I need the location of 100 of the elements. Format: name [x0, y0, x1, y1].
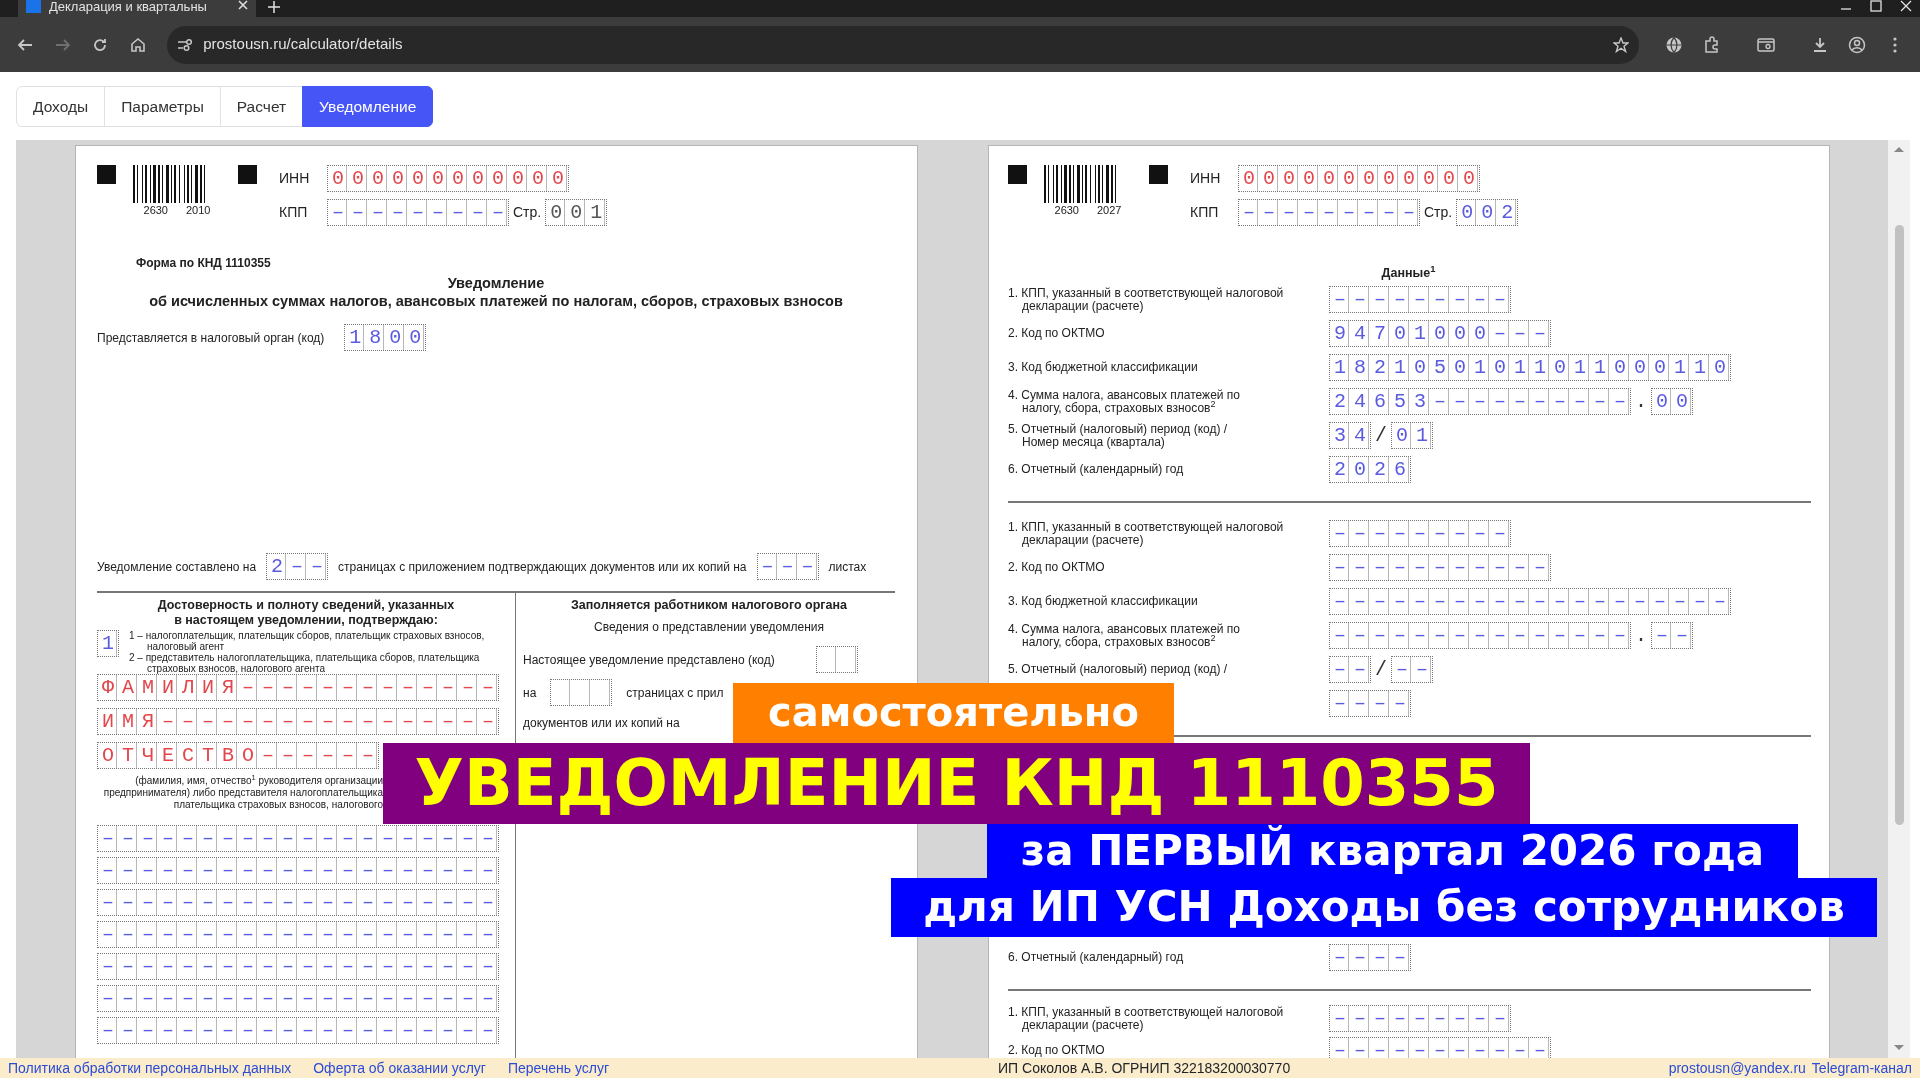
row-label: 4. Сумма налога, авансовых платежей по налогу, сбора, страховых взносов$^{2}$ — [1008, 388, 1242, 415]
footer-link[interactable]: Политика обработки персональных данных — [8, 1058, 292, 1078]
form-subtitle: об исчисленных суммах налогов, авансовых платежей по налогам, сборов, страховых взносов — [148, 292, 844, 310]
barcode-number: 2630 — [143, 204, 168, 216]
value-field: 01 — [1391, 422, 1433, 450]
kpp-label: КПП — [1190, 203, 1220, 222]
option-note: 2 – представитель налогоплательщика, плательщика сборов, плательщика страховых взносов, налогового агента — [129, 652, 481, 674]
scroll-down-icon[interactable] — [1893, 1044, 1905, 1052]
value-field: –––– — [1329, 690, 1411, 718]
office-subtitle: Сведения о представлении уведомления — [593, 619, 825, 636]
footer-link[interactable]: Оферта об оказании услуг — [313, 1058, 486, 1078]
value-field: 34 — [1329, 422, 1371, 450]
browser-tab[interactable]: Декларация и квартальны — [18, 0, 256, 17]
office-heading: Заполняется работником налогового органа — [570, 598, 848, 613]
empty-field — [550, 679, 613, 706]
scroll-up-icon[interactable] — [1893, 145, 1905, 153]
value-field: –––– — [1329, 944, 1411, 972]
value-field: 18210501011011000110 — [1329, 354, 1731, 382]
site-info-icon[interactable] — [177, 37, 194, 52]
row-label: 3. Код бюджетной классификации — [1008, 361, 1199, 375]
separator-text: . — [1635, 388, 1647, 415]
caption-line: (фамилия, имя, отчество$^{1}$ руководителя организации — [135, 775, 383, 787]
inn-label: ИНН — [279, 169, 311, 188]
signer-line-field: –––––––––––––––––––– — [97, 825, 499, 852]
signer-line-field: –––––––––––––––––––– — [97, 985, 499, 1012]
value-field: 24653–––––––––– — [1329, 388, 1631, 416]
inn-field: 000000000000 — [1238, 165, 1480, 192]
data-heading: Данные$^{1}$ — [1380, 264, 1437, 282]
tab-title: Декларация и квартальны — [49, 0, 208, 14]
back-icon[interactable] — [16, 36, 33, 53]
close-icon[interactable] — [1900, 0, 1912, 12]
signer-line-field: –––––––––––––––––––– — [97, 921, 499, 948]
value-field: –– — [1651, 622, 1693, 650]
confirmation-heading: Достоверность и полноту сведений, указанных в настоящем уведомлении, подтверждаю: — [156, 598, 456, 628]
inn-field: 000000000000 — [327, 165, 569, 192]
tab[interactable]: Расчет — [219, 86, 304, 127]
separator-text: / — [1375, 656, 1387, 683]
signer-line-field: –––––––––––––––––––– — [97, 857, 499, 884]
name-field: ИМЯ––––––––––––––––– — [97, 708, 499, 735]
form-code: Форма по КНД 1110355 — [136, 255, 272, 272]
row-label: 3. Код бюджетной классификации — [1008, 595, 1199, 609]
tab-search-icon[interactable] — [1756, 36, 1775, 53]
footer-link[interactable]: prostousn@yandex.ru — [1668, 1058, 1806, 1078]
pages-text: страницах с прил — [626, 684, 724, 702]
new-tab-icon[interactable] — [268, 1, 280, 13]
row-label: 6. Отчетный (календарный) год — [1008, 463, 1185, 477]
empty-field — [816, 646, 858, 673]
caption-line: предпринимателя) либо представителя налогоплательщика — [103, 787, 383, 799]
inn-label: ИНН — [1190, 169, 1222, 188]
close-icon[interactable] — [238, 0, 248, 10]
value-field: ––––––––– — [1329, 520, 1511, 548]
barcode-number: 2630 — [1054, 204, 1079, 216]
menu-icon[interactable] — [1893, 36, 1898, 53]
extensions-icon[interactable] — [1702, 35, 1721, 54]
site-favicon-icon — [26, 0, 41, 13]
separator-text: / — [1375, 422, 1387, 449]
value-field: –– — [1391, 656, 1433, 684]
tab[interactable]: Уведомление — [302, 86, 434, 127]
value-field: 2026 — [1329, 456, 1411, 484]
maximize-icon[interactable] — [1870, 0, 1882, 12]
form-title: Уведомление — [446, 274, 546, 292]
row-label: 6. Отчетный (календарный) год — [1008, 951, 1185, 965]
pages-field: 2–– — [266, 553, 329, 580]
home-icon[interactable] — [130, 36, 147, 53]
authority-code-field: 1800 — [344, 324, 427, 351]
url-text: prostousn.ru/calculator/details — [203, 34, 403, 55]
tab[interactable]: Доходы — [16, 86, 106, 127]
tab[interactable]: Параметры — [104, 86, 221, 127]
row-label: 1. КПП, указанный в соответствующей налоговой декларации (расчете) — [1008, 286, 1285, 313]
profile-icon[interactable] — [1848, 35, 1867, 54]
value-field: –– — [1329, 656, 1371, 684]
corner-mark-icon — [1149, 165, 1168, 184]
globe-icon[interactable] — [1665, 35, 1684, 54]
signer-line-field: –––––––––––––––––––– — [97, 953, 499, 980]
address-bar[interactable]: prostousn.ru/calculator/details — [167, 25, 1640, 64]
attachments-label: страницах с приложением подтверждающих документов или их копий на — [338, 558, 747, 576]
value-field: 94701000––– — [1329, 320, 1551, 348]
scroll-thumb[interactable] — [1895, 225, 1904, 825]
banner-tag: самостоятельно — [733, 683, 1174, 743]
pages-label: на — [523, 684, 537, 702]
signer-line-field: –––––––––––––––––––– — [97, 1017, 499, 1044]
corner-mark-icon — [1008, 165, 1027, 184]
value-field: ––––––––––– — [1329, 1037, 1551, 1058]
row-label: 4. Сумма налога, авансовых платежей по налогу, сбора, страховых взносов$^{2}$ — [1008, 622, 1242, 649]
page-number-field: 002 — [1456, 199, 1519, 226]
name-field: ФАМИЛИЯ––––––––––––– — [97, 674, 499, 701]
sheets-label: листах — [828, 558, 867, 576]
reload-icon[interactable] — [92, 36, 109, 53]
row-label: 2. Код по ОКТМО — [1008, 1044, 1106, 1058]
footer-link[interactable]: Перечень услуг — [507, 1058, 610, 1078]
owner-text: ИП Соколов А.В. ОГРНИП 322183200030770 — [998, 1059, 1291, 1078]
kpp-field: ––––––––– — [1238, 199, 1420, 226]
sheets-field: ––– — [756, 553, 819, 580]
scrollbar[interactable] — [1888, 140, 1910, 1058]
value-field: –––––––––––––––––––– — [1329, 588, 1731, 616]
row-label: 2. Код по ОКТМО — [1008, 327, 1106, 341]
value-field: ––––––––– — [1329, 1005, 1511, 1033]
kpp-label: КПП — [279, 203, 309, 222]
footer-link[interactable]: Telegram-канал — [1811, 1058, 1912, 1078]
star-icon[interactable] — [1613, 36, 1630, 53]
